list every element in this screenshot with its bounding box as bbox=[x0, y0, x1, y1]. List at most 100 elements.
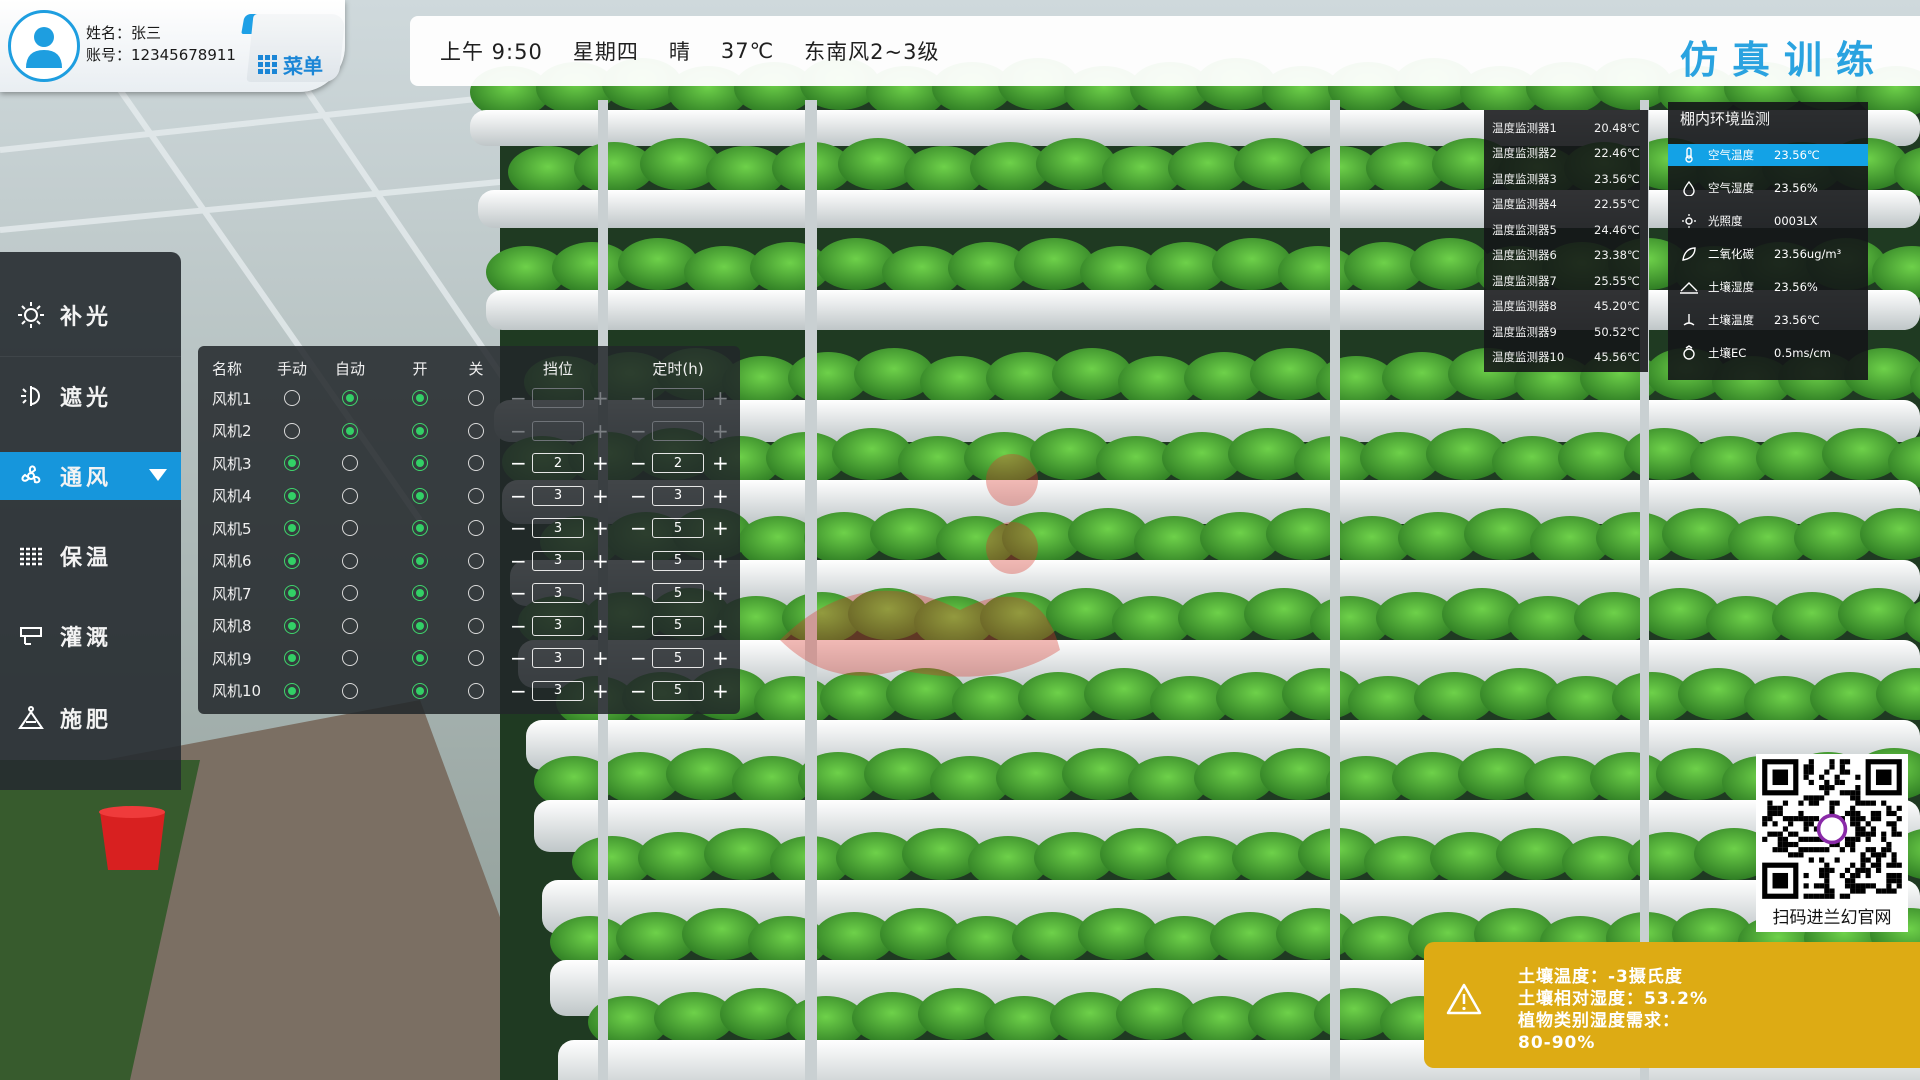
gear-value[interactable]: 3 bbox=[532, 680, 584, 701]
timer-value[interactable]: 5 bbox=[652, 583, 704, 603]
timer-value[interactable]: 2 bbox=[652, 453, 704, 473]
off-radio[interactable] bbox=[468, 422, 484, 439]
minus-button[interactable]: − bbox=[510, 421, 527, 441]
minus-button[interactable]: − bbox=[510, 486, 527, 506]
minus-button[interactable]: − bbox=[510, 583, 527, 603]
on-radio[interactable] bbox=[412, 487, 428, 504]
auto-radio[interactable] bbox=[342, 390, 358, 406]
env-row[interactable]: 土壤EC 0.5ms/cm bbox=[1668, 342, 1868, 364]
minus-button[interactable]: − bbox=[630, 681, 647, 701]
manual-radio[interactable] bbox=[284, 455, 300, 471]
plus-button[interactable]: + bbox=[592, 421, 609, 441]
minus-button[interactable]: − bbox=[630, 486, 647, 506]
minus-button[interactable]: − bbox=[510, 551, 527, 571]
minus-button[interactable]: − bbox=[510, 681, 527, 701]
gear-value[interactable]: 2 bbox=[532, 453, 584, 473]
gear-value[interactable]: 3 bbox=[532, 615, 584, 636]
gear-value[interactable]: 3 bbox=[532, 648, 584, 668]
plus-button[interactable]: + bbox=[712, 583, 729, 603]
env-row[interactable]: 空气湿度 23.56% bbox=[1668, 177, 1868, 199]
minus-button[interactable]: − bbox=[630, 518, 647, 538]
timer-value[interactable]: 5 bbox=[652, 680, 704, 701]
plus-button[interactable]: + bbox=[592, 583, 609, 603]
timer-value[interactable]: 3 bbox=[652, 485, 704, 506]
env-row[interactable]: 土壤湿度 23.56% bbox=[1668, 276, 1868, 298]
on-radio[interactable] bbox=[412, 682, 428, 699]
minus-button[interactable]: − bbox=[510, 518, 527, 538]
plus-button[interactable]: + bbox=[592, 648, 609, 668]
plus-button[interactable]: + bbox=[712, 421, 729, 441]
manual-radio[interactable] bbox=[284, 422, 300, 439]
on-radio[interactable] bbox=[412, 552, 428, 569]
env-row[interactable]: 土壤温度 23.56℃ bbox=[1668, 309, 1868, 331]
auto-radio[interactable] bbox=[342, 487, 358, 504]
plus-button[interactable]: + bbox=[592, 518, 609, 538]
plus-button[interactable]: + bbox=[592, 681, 609, 701]
gear-value[interactable] bbox=[532, 420, 584, 441]
manual-radio[interactable] bbox=[284, 682, 300, 699]
off-radio[interactable] bbox=[468, 682, 484, 699]
off-radio[interactable] bbox=[468, 617, 484, 634]
minus-button[interactable]: − bbox=[630, 453, 647, 473]
nav-item-shade[interactable]: 遮光 bbox=[0, 372, 181, 420]
on-radio[interactable] bbox=[412, 422, 428, 439]
on-radio[interactable] bbox=[412, 455, 428, 471]
timer-value[interactable]: 5 bbox=[652, 615, 704, 636]
plus-button[interactable]: + bbox=[592, 616, 609, 636]
manual-radio[interactable] bbox=[284, 487, 300, 504]
minus-button[interactable]: − bbox=[510, 648, 527, 668]
on-radio[interactable] bbox=[412, 650, 428, 666]
qr-code[interactable]: 扫码进兰幻官网 bbox=[1756, 754, 1908, 932]
minus-button[interactable]: − bbox=[630, 551, 647, 571]
auto-radio[interactable] bbox=[342, 650, 358, 666]
plus-button[interactable]: + bbox=[712, 681, 729, 701]
plus-button[interactable]: + bbox=[592, 453, 609, 473]
gear-value[interactable]: 3 bbox=[532, 583, 584, 603]
on-radio[interactable] bbox=[412, 617, 428, 634]
nav-item-insulation[interactable]: 保温 bbox=[0, 532, 181, 580]
minus-button[interactable]: − bbox=[630, 648, 647, 668]
minus-button[interactable]: − bbox=[630, 616, 647, 636]
off-radio[interactable] bbox=[468, 650, 484, 666]
auto-radio[interactable] bbox=[342, 455, 358, 471]
off-radio[interactable] bbox=[468, 552, 484, 569]
minus-button[interactable]: − bbox=[510, 388, 527, 408]
timer-value[interactable]: 5 bbox=[652, 550, 704, 571]
env-row[interactable]: 光照度 0003LX bbox=[1668, 210, 1868, 232]
avatar[interactable] bbox=[8, 10, 80, 82]
auto-radio[interactable] bbox=[342, 585, 358, 601]
minus-button[interactable]: − bbox=[630, 388, 647, 408]
auto-radio[interactable] bbox=[342, 552, 358, 569]
chevron-down-icon[interactable] bbox=[149, 469, 167, 481]
nav-item-irrigation[interactable]: 灌溉 bbox=[0, 612, 181, 660]
auto-radio[interactable] bbox=[342, 682, 358, 699]
timer-value[interactable] bbox=[652, 420, 704, 441]
plus-button[interactable]: + bbox=[592, 486, 609, 506]
plus-button[interactable]: + bbox=[592, 551, 609, 571]
timer-value[interactable]: 5 bbox=[652, 648, 704, 668]
plus-button[interactable]: + bbox=[712, 518, 729, 538]
auto-radio[interactable] bbox=[342, 617, 358, 634]
off-radio[interactable] bbox=[468, 520, 484, 536]
on-radio[interactable] bbox=[412, 585, 428, 601]
env-row[interactable]: 空气温度 23.56℃ bbox=[1668, 144, 1868, 166]
minus-button[interactable]: − bbox=[630, 583, 647, 603]
on-radio[interactable] bbox=[412, 520, 428, 536]
minus-button[interactable]: − bbox=[510, 453, 527, 473]
manual-radio[interactable] bbox=[284, 617, 300, 634]
nav-item-fertilize[interactable]: 施肥 bbox=[0, 694, 181, 742]
minus-button[interactable]: − bbox=[630, 421, 647, 441]
plus-button[interactable]: + bbox=[712, 648, 729, 668]
auto-radio[interactable] bbox=[342, 422, 358, 439]
nav-item-ventilation[interactable]: 通风 bbox=[0, 452, 181, 500]
on-radio[interactable] bbox=[412, 390, 428, 406]
off-radio[interactable] bbox=[468, 390, 484, 406]
manual-radio[interactable] bbox=[284, 390, 300, 406]
gear-value[interactable] bbox=[532, 388, 584, 408]
plus-button[interactable]: + bbox=[712, 388, 729, 408]
auto-radio[interactable] bbox=[342, 520, 358, 536]
gear-value[interactable]: 3 bbox=[532, 518, 584, 538]
minus-button[interactable]: − bbox=[510, 616, 527, 636]
manual-radio[interactable] bbox=[284, 552, 300, 569]
manual-radio[interactable] bbox=[284, 520, 300, 536]
